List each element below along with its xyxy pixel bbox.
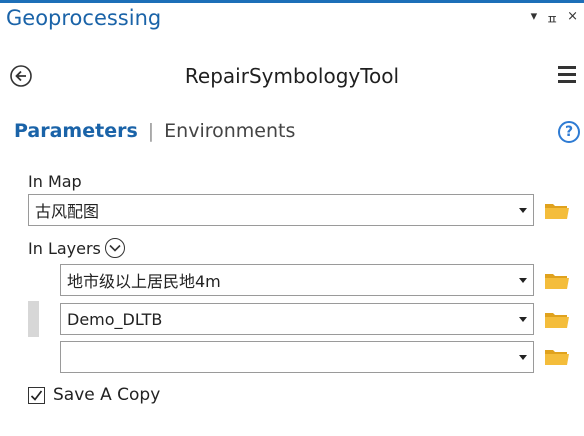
pane-window-controls: ▾ ㅍ × — [531, 9, 578, 28]
folder-icon[interactable] — [544, 309, 570, 329]
checkmark-icon — [30, 389, 43, 401]
chevron-down-icon[interactable] — [104, 238, 125, 258]
chevron-down-icon — [519, 207, 527, 213]
folder-icon[interactable] — [544, 270, 570, 290]
layer-combobox[interactable]: Demo_DLTB — [60, 303, 534, 335]
save-copy-label: Save A Copy — [53, 385, 161, 405]
pane-options-dropdown-icon[interactable]: ▾ — [531, 9, 538, 28]
pin-icon[interactable]: ㅍ — [546, 9, 558, 28]
help-icon[interactable]: ? — [558, 121, 580, 143]
layer-combobox-empty[interactable] — [60, 341, 534, 373]
save-copy-row: Save A Copy — [28, 385, 160, 405]
folder-icon[interactable] — [544, 346, 570, 366]
layer-value: 地市级以上居民地4m — [67, 272, 221, 291]
menu-icon[interactable] — [558, 66, 576, 84]
close-icon[interactable]: × — [567, 9, 578, 28]
chevron-down-icon — [519, 354, 527, 360]
chevron-down-icon — [519, 316, 527, 322]
tool-name: RepairSymbologyTool — [184, 64, 400, 88]
in-map-value: 古风配图 — [35, 202, 100, 221]
tab-bar: Parameters | Environments — [14, 120, 295, 142]
pane-title: Geoprocessing — [6, 6, 162, 30]
tab-separator: | — [147, 120, 155, 142]
layer-combobox[interactable]: 地市级以上居民地4m — [60, 264, 534, 296]
tab-environments[interactable]: Environments — [164, 120, 295, 142]
back-arrow-icon[interactable] — [9, 64, 33, 88]
tab-parameters[interactable]: Parameters — [14, 120, 138, 142]
in-map-combobox[interactable]: 古风配图 — [28, 194, 534, 226]
in-map-label: In Map — [28, 172, 82, 191]
pane-top-border — [0, 0, 584, 3]
folder-icon[interactable] — [544, 200, 570, 220]
in-layers-label: In Layers — [28, 238, 101, 258]
in-layers-label-row: In Layers — [28, 238, 125, 258]
layer-drag-handle[interactable] — [28, 301, 39, 337]
layer-value: Demo_DLTB — [67, 309, 163, 329]
chevron-down-icon — [519, 277, 527, 283]
save-copy-checkbox[interactable] — [28, 386, 45, 404]
